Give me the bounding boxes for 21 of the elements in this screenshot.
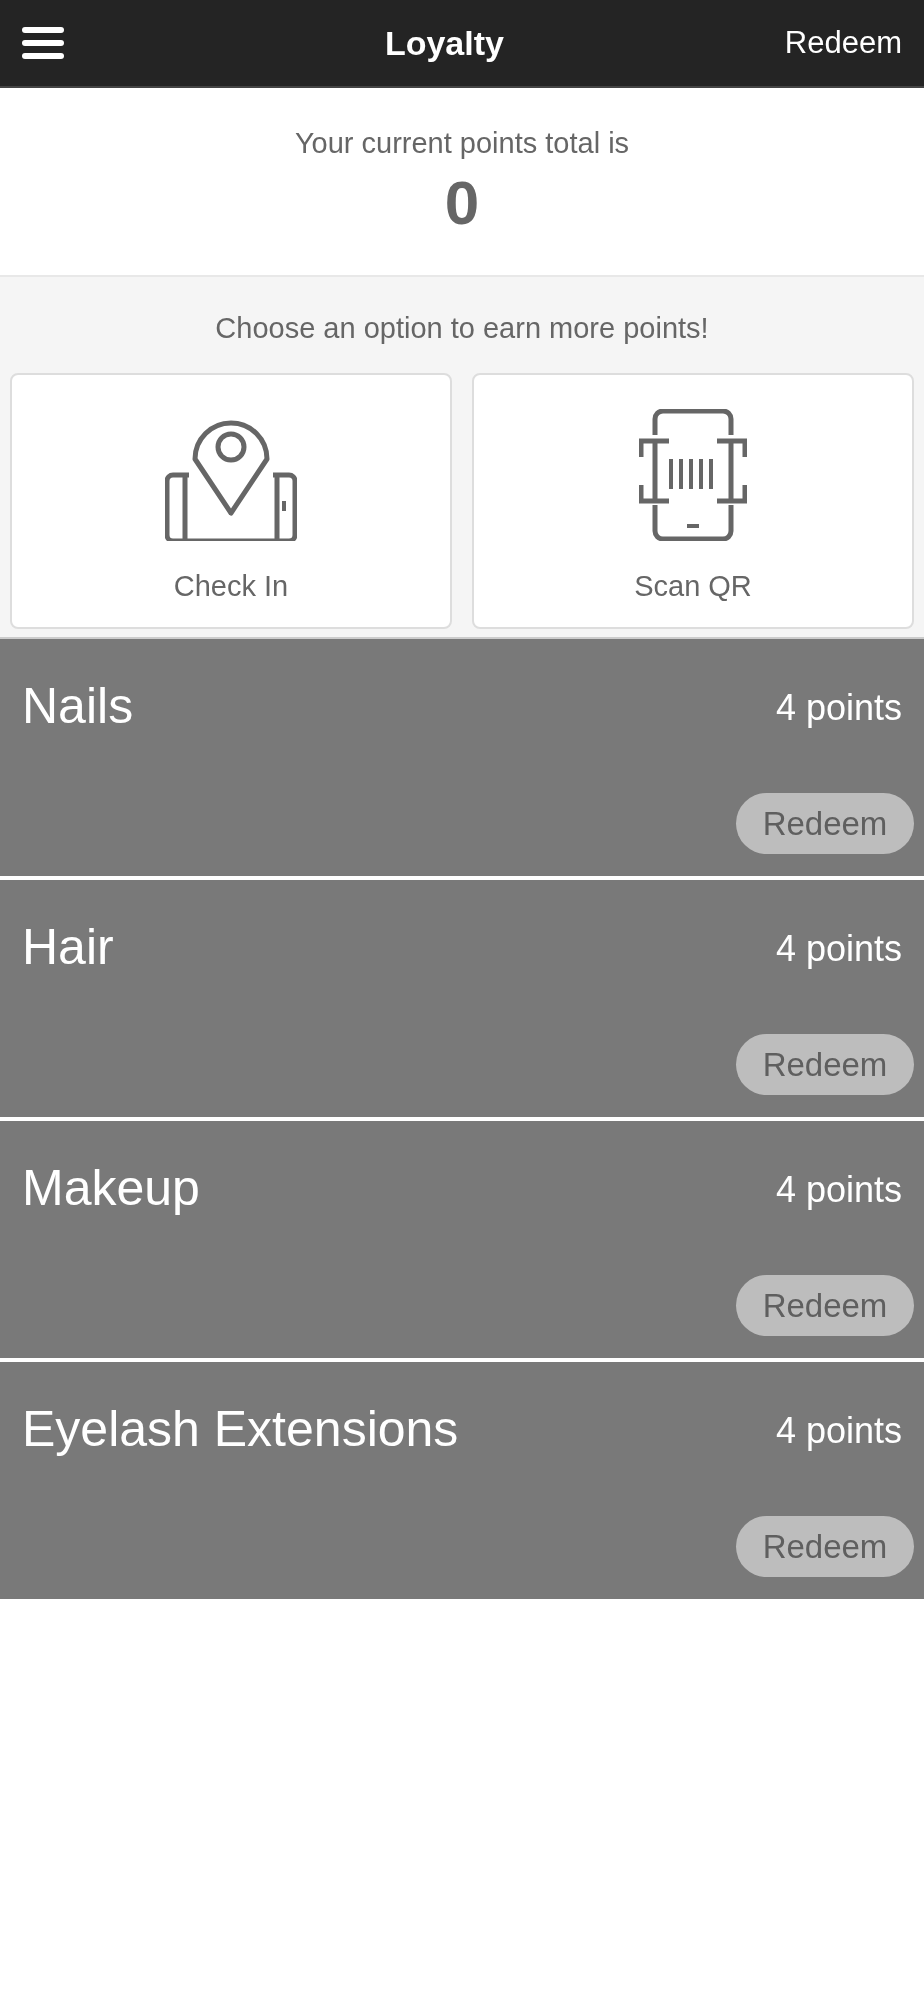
reward-points: 4 points bbox=[775, 686, 902, 730]
points-label: Your current points total is bbox=[294, 126, 630, 161]
menu-icon[interactable] bbox=[22, 27, 64, 59]
redeem-button[interactable]: Redeem bbox=[736, 1516, 914, 1577]
reward-points: 4 points bbox=[775, 1409, 902, 1453]
earn-option-card[interactable]: Scan QR bbox=[472, 372, 914, 629]
page-title: Loyalty bbox=[384, 22, 504, 64]
redeem-button[interactable]: Redeem bbox=[736, 793, 914, 854]
reward-name: Eyelash Extensions bbox=[22, 1400, 459, 1459]
earn-prompt: Choose an option to earn more points! bbox=[215, 311, 709, 346]
points-total: 0 bbox=[444, 171, 480, 234]
redeem-button[interactable]: Redeem bbox=[736, 1034, 914, 1095]
redeem-button[interactable]: Redeem bbox=[736, 1275, 914, 1336]
phone-barcode-scan-icon bbox=[639, 408, 747, 541]
earn-option-card[interactable]: Check In bbox=[10, 372, 452, 629]
reward-points: 4 points bbox=[775, 927, 902, 971]
reward-name: Hair bbox=[22, 918, 114, 977]
reward-name: Makeup bbox=[22, 1159, 200, 1218]
reward-points: 4 points bbox=[775, 1168, 902, 1212]
redeem-link[interactable]: Redeem bbox=[784, 19, 902, 67]
reward-name: Nails bbox=[22, 677, 134, 736]
